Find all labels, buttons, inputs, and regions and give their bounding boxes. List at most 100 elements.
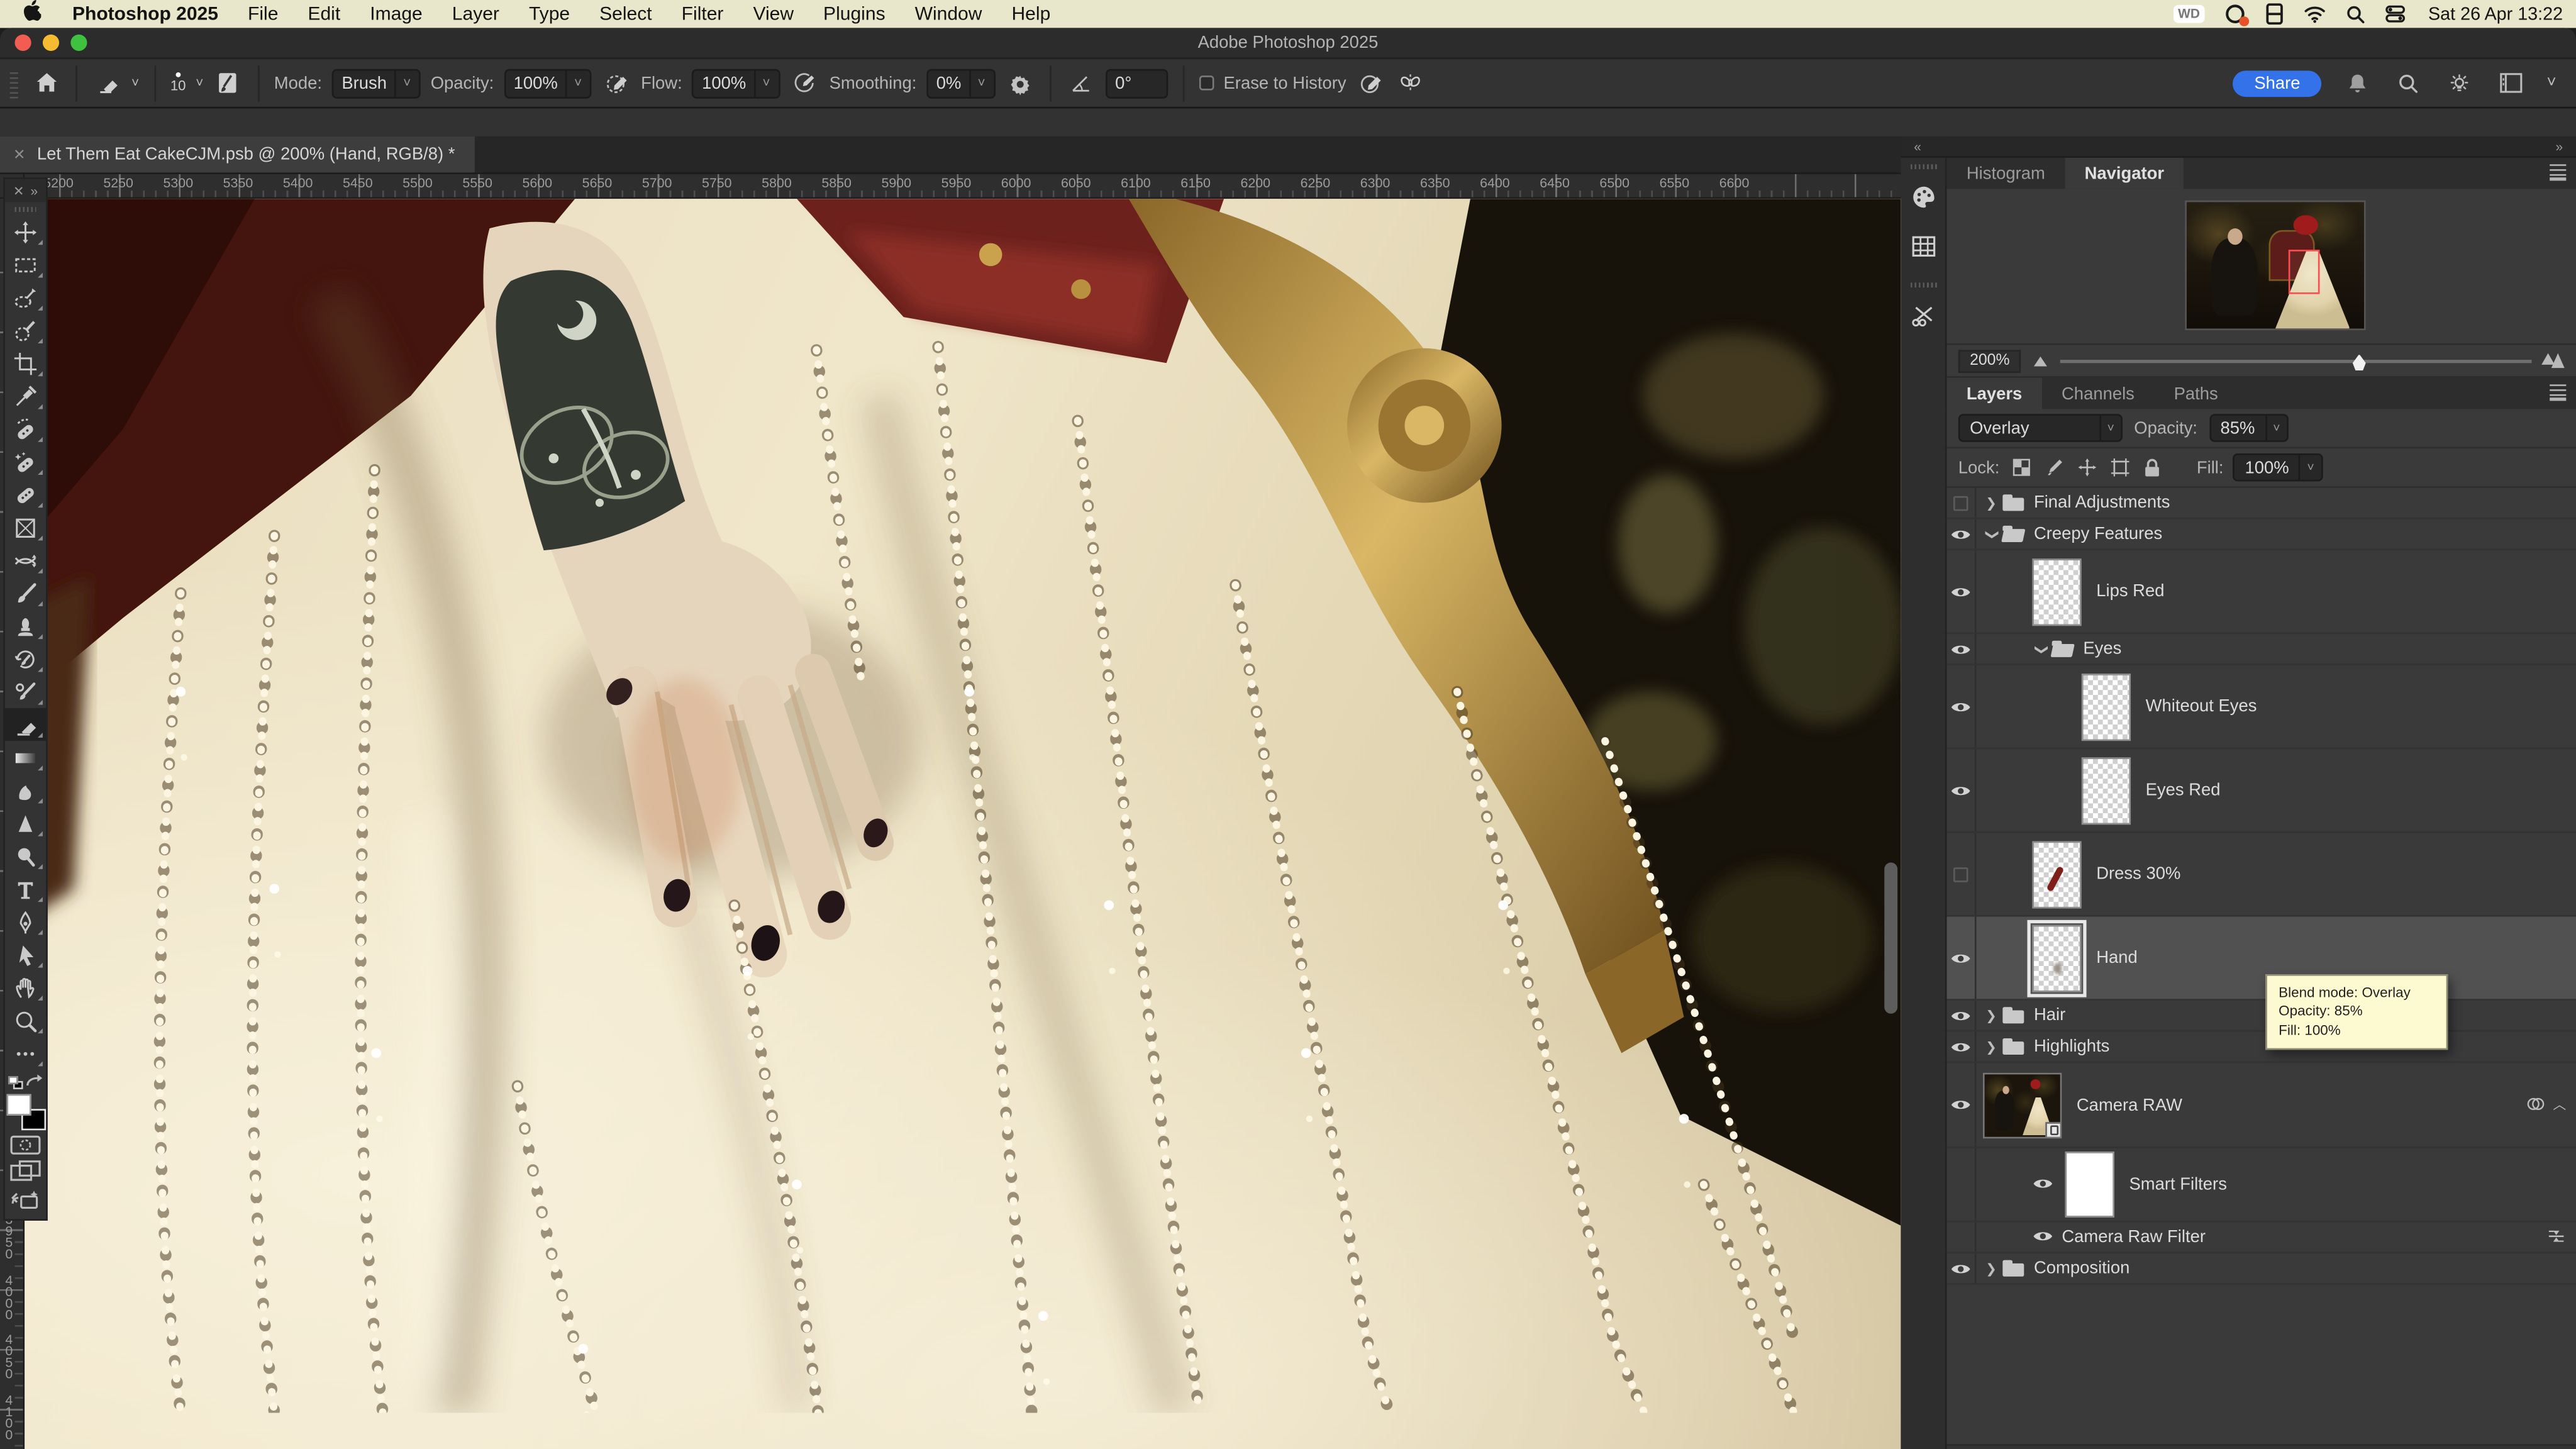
navigator-view-box[interactable]: [2289, 250, 2320, 294]
expand-dock-icon[interactable]: «: [1914, 139, 1921, 154]
eye-icon[interactable]: [1947, 749, 1977, 831]
panel-menu-icon[interactable]: [2550, 164, 2566, 180]
vertical-scrollbar-thumb[interactable]: [1884, 862, 1897, 1013]
layer-thumbnail[interactable]: [2082, 673, 2131, 740]
lightbulb-icon[interactable]: [2445, 72, 2474, 95]
eye-icon[interactable]: [2032, 1170, 2053, 1199]
menu-edit[interactable]: Edit: [293, 4, 355, 24]
foreground-color-swatch[interactable]: [6, 1094, 30, 1116]
gear-icon[interactable]: [1005, 72, 1035, 95]
snapshot-icon[interactable]: [10, 1188, 42, 1211]
layer-smart-filters[interactable]: Smart Filters: [1947, 1148, 2576, 1223]
filter-blend-options-icon[interactable]: [2546, 1226, 2566, 1248]
layer-name[interactable]: Eyes: [2083, 639, 2121, 658]
zoom-out-triangle-icon[interactable]: [2035, 356, 2048, 366]
brush-size-caret[interactable]: ˅: [196, 75, 203, 91]
navigator-zoom-slider[interactable]: [2061, 359, 2532, 362]
pen-tool[interactable]: [5, 905, 46, 938]
share-button[interactable]: Share: [2233, 70, 2321, 96]
expand-group-icon[interactable]: ❯: [1983, 1261, 1999, 1276]
layer-thumbnail[interactable]: [2082, 757, 2131, 824]
strip-grip[interactable]: [1910, 164, 1936, 169]
mixer-brush-tool[interactable]: [5, 675, 46, 708]
eye-icon[interactable]: [2032, 1223, 2053, 1252]
menu-clock[interactable]: Sat 26 Apr 13:22: [2428, 4, 2563, 24]
layer-dress-30-[interactable]: Dress 30%: [1947, 833, 2576, 916]
flow-select[interactable]: 100%˅: [692, 68, 780, 97]
horizontal-ruler[interactable]: 5200525053005350540054505500555056005650…: [25, 174, 1901, 199]
layer-thumbnail[interactable]: [2032, 924, 2081, 991]
layer-thumbnail[interactable]: [2032, 558, 2081, 625]
crop-tool[interactable]: [5, 347, 46, 379]
frame-tool[interactable]: [5, 511, 46, 543]
expand-group-icon[interactable]: ❯: [1983, 496, 1999, 511]
strip-grip[interactable]: [1910, 282, 1936, 287]
layer-name[interactable]: Creepy Features: [2034, 524, 2162, 543]
more-tools-tool[interactable]: [5, 1036, 46, 1069]
erase-to-history-checkbox[interactable]: [1199, 75, 1214, 91]
navigator-zoom-knob[interactable]: [2353, 354, 2366, 370]
layer-group-composition[interactable]: ❯Composition: [1947, 1253, 2576, 1285]
swatches-panel-icon[interactable]: [1910, 233, 1936, 268]
layer-group-creepy-features[interactable]: ❮ Creepy Features: [1947, 519, 2576, 550]
swap-colors-icon[interactable]: [25, 1074, 43, 1089]
close-tab-icon[interactable]: ✕: [13, 145, 26, 164]
move-tool[interactable]: [5, 215, 46, 248]
symmetry-butterfly-icon[interactable]: [1396, 70, 1425, 95]
layer-thumbnail[interactable]: [2032, 840, 2081, 908]
collapse-caret-icon[interactable]: ︿: [2553, 1096, 2566, 1114]
tab-navigator[interactable]: Navigator: [2065, 158, 2184, 189]
airbrush-icon[interactable]: [790, 70, 819, 95]
lock-artboard-icon[interactable]: [2108, 458, 2131, 477]
lock-paint-icon[interactable]: [2042, 458, 2065, 477]
quick-selection-tool[interactable]: [5, 314, 46, 347]
layer-hand[interactable]: Hand: [1947, 917, 2576, 1001]
layer-eyes-red[interactable]: Eyes Red: [1947, 749, 2576, 833]
menu-image[interactable]: Image: [355, 4, 438, 24]
opacity-select[interactable]: 100%˅: [504, 68, 592, 97]
pressure-opacity-icon[interactable]: [601, 70, 631, 95]
eraser-tool-icon[interactable]: [92, 70, 121, 95]
eye-icon[interactable]: [1947, 1223, 1977, 1252]
pressure-size-icon[interactable]: [1356, 70, 1385, 95]
options-grip[interactable]: [10, 68, 18, 97]
lock-transparency-icon[interactable]: [2009, 458, 2033, 477]
eye-icon[interactable]: [1947, 1031, 1977, 1061]
close-window-button[interactable]: [15, 35, 31, 51]
blend-mode-select[interactable]: Overlay˅: [1958, 414, 2123, 441]
tab-histogram[interactable]: Histogram: [1947, 158, 2065, 189]
eye-icon[interactable]: [1947, 550, 1977, 633]
clone-stamp-tool[interactable]: [5, 609, 46, 642]
menu-window[interactable]: Window: [900, 4, 997, 24]
spot-healing-brush-tool[interactable]: [5, 413, 46, 445]
tab-layers[interactable]: Layers: [1947, 378, 2042, 409]
document-canvas[interactable]: [25, 199, 1901, 1449]
document-tab[interactable]: ✕ Let Them Eat CakeCJM.psb @ 200% (Hand,…: [0, 136, 475, 172]
lock-all-icon[interactable]: [2141, 458, 2164, 477]
history-brush-tool[interactable]: [5, 642, 46, 675]
eye-hidden-box[interactable]: [1947, 488, 1977, 518]
smart-filter-clip-icon[interactable]: [2525, 1095, 2546, 1114]
expand-group-icon[interactable]: ❯: [1983, 1008, 1999, 1023]
photos-icon[interactable]: [2224, 3, 2246, 25]
eraser-tool[interactable]: [5, 708, 46, 741]
search-icon[interactable]: [2346, 4, 2365, 24]
eye-icon[interactable]: [1947, 917, 1977, 999]
chevron-down-icon[interactable]: ˅: [2546, 74, 2556, 92]
menu-select[interactable]: Select: [585, 4, 667, 24]
smoothing-select[interactable]: 0%˅: [926, 68, 995, 97]
navigator-preview[interactable]: [1947, 189, 2576, 345]
layer-whiteout-eyes[interactable]: Whiteout Eyes: [1947, 665, 2576, 749]
tools-grip[interactable]: [5, 202, 46, 215]
type-tool[interactable]: [5, 872, 46, 905]
layer-name[interactable]: Smart Filters: [2129, 1175, 2226, 1194]
foreground-background-swatches[interactable]: [6, 1094, 45, 1130]
eyedropper-tool[interactable]: [5, 379, 46, 412]
layer-group-final-adjustments[interactable]: ❯Final Adjustments: [1947, 488, 2576, 519]
collapse-panels-icon[interactable]: »: [2555, 139, 2563, 154]
object-selection-tool[interactable]: [5, 281, 46, 314]
layer-name[interactable]: Hand: [2096, 948, 2138, 967]
layer-name[interactable]: Hair: [2034, 1006, 2065, 1025]
collapse-group-icon[interactable]: ❮: [1984, 526, 1999, 542]
search-icon[interactable]: [2394, 72, 2423, 95]
